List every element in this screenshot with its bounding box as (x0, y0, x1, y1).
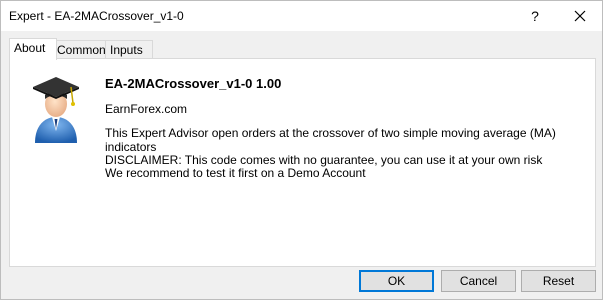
description-text: This Expert Advisor open orders at the c… (105, 126, 556, 154)
close-icon (574, 10, 586, 22)
disclaimer-line-1: DISCLAIMER: This code comes with no guar… (105, 153, 543, 167)
help-label: ? (531, 8, 539, 24)
title-bar: Expert - EA-2MACrossover_v1-0 ? (1, 1, 602, 31)
close-button[interactable] (558, 1, 602, 31)
help-button[interactable]: ? (513, 1, 557, 31)
author-text: EarnForex.com (105, 102, 188, 116)
cancel-button[interactable]: Cancel (441, 270, 516, 292)
expert-dialog: Expert - EA-2MACrossover_v1-0 ? About Co… (0, 0, 603, 300)
disclaimer-line-2: We recommend to test it first on a Demo … (105, 166, 366, 180)
ea-title: EA-2MACrossover_v1-0 1.00 (105, 76, 282, 91)
tab-about[interactable]: About (9, 38, 57, 60)
tab-common[interactable]: Common (52, 40, 110, 59)
about-panel: EA-2MACrossover_v1-0 1.00 EarnForex.com … (9, 58, 596, 267)
window-title: Expert - EA-2MACrossover_v1-0 (9, 9, 184, 23)
tab-inputs[interactable]: Inputs (105, 40, 153, 59)
graduate-user-icon (33, 77, 79, 143)
ok-button[interactable]: OK (359, 270, 434, 292)
reset-button[interactable]: Reset (521, 270, 596, 292)
